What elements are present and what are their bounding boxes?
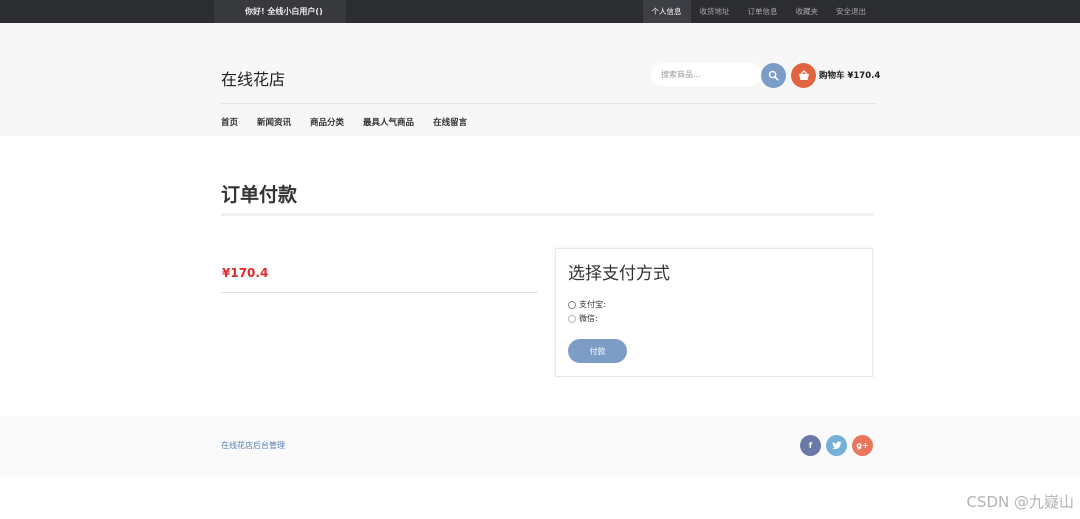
twitter-bird-glyph [831,441,841,450]
site-header: 在线花店 购物车 ¥170.4 首页 新闻资讯 商品分类 最具人气商品 在线留言 [0,23,1080,136]
wechat-label: 微信: [579,314,598,323]
price-divider [221,292,538,293]
title-divider [221,213,873,216]
top-bar: 你好! 全线小白用户() 个人信息 收货地址 订单信息 收藏夹 安全退出 [0,0,1080,23]
payment-option-wechat[interactable]: 微信: [568,313,598,324]
search-input[interactable] [651,63,761,86]
nav-home[interactable]: 首页 [221,116,238,128]
facebook-icon[interactable]: f [800,435,821,456]
payment-option-alipay[interactable]: 支付宝: [568,299,606,310]
nav-news[interactable]: 新闻资讯 [257,116,291,128]
link-profile[interactable]: 个人信息 [642,0,691,23]
cart-total[interactable]: 购物车 ¥170.4 [819,69,880,81]
link-logout[interactable]: 安全退出 [827,0,875,23]
site-logo[interactable]: 在线花店 [221,66,285,90]
nav-categories[interactable]: 商品分类 [310,116,344,128]
wechat-radio[interactable] [568,314,576,323]
payment-title: 选择支付方式 [568,264,670,284]
alipay-radio[interactable] [568,300,576,309]
watermark: CSDN @九嶷山 [966,493,1074,511]
site-footer: 在线花店后台管理 f g+ [0,416,1080,476]
basket-icon [798,70,809,80]
main-nav: 首页 新闻资讯 商品分类 最具人气商品 在线留言 [221,116,486,128]
search-icon [768,70,779,81]
nav-message[interactable]: 在线留言 [433,116,467,128]
link-favorites[interactable]: 收藏夹 [787,0,828,23]
nav-popular[interactable]: 最具人气商品 [363,116,414,128]
google-plus-icon[interactable]: g+ [852,435,873,456]
page-title: 订单付款 [221,184,298,206]
order-total: ¥170.4 [222,266,269,280]
link-orders[interactable]: 订单信息 [739,0,787,23]
admin-link[interactable]: 在线花店后台管理 [221,440,285,451]
header-divider [221,103,876,104]
greeting-box: 你好! 全线小白用户() [214,0,346,23]
payment-panel: 选择支付方式 支付宝: 微信: 付款 [555,248,873,377]
pay-button[interactable]: 付款 [568,339,627,363]
user-menu: 个人信息 收货地址 订单信息 收藏夹 安全退出 [642,0,876,23]
twitter-icon[interactable] [826,435,847,456]
search-button[interactable] [761,63,786,88]
user-greeting: 你好! 全线小白用户() [245,7,323,16]
alipay-label: 支付宝: [579,300,606,309]
cart-button[interactable] [791,63,816,88]
link-address[interactable]: 收货地址 [691,0,739,23]
